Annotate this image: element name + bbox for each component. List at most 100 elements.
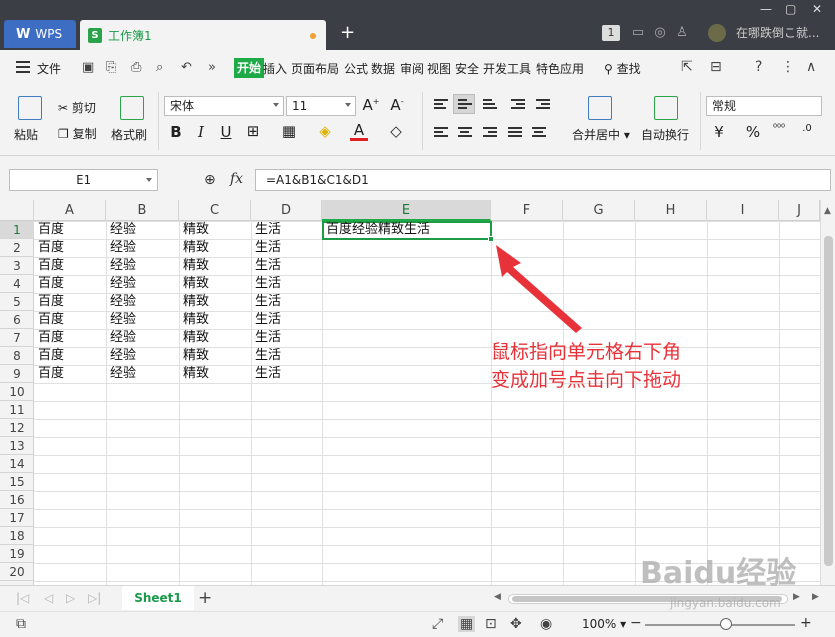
file-menu[interactable]: 文件: [37, 60, 61, 77]
user-name[interactable]: 在哪跌倒こ就...: [736, 24, 819, 41]
chevron-up-icon[interactable]: ∧: [806, 59, 816, 75]
align-bottom-icon[interactable]: [483, 99, 497, 110]
align-right-icon[interactable]: [483, 127, 497, 138]
zoom-in-button[interactable]: +: [800, 615, 812, 631]
menu-special[interactable]: 特色应用: [536, 60, 584, 77]
document-tab[interactable]: S 工作簿1: [80, 20, 326, 50]
macro-icon[interactable]: ⧉: [16, 616, 26, 632]
formula-input[interactable]: =A1&B1&C1&D1: [255, 169, 831, 191]
paste-icon[interactable]: [18, 96, 42, 120]
menu-page-layout[interactable]: 页面布局: [291, 60, 339, 77]
bold-button[interactable]: B: [167, 123, 185, 141]
print-icon[interactable]: ⎙: [131, 60, 141, 75]
scroll-right-icon[interactable]: ▶: [793, 592, 800, 602]
minimize-restore-icon[interactable]: ▭: [630, 25, 646, 41]
currency-icon[interactable]: ¥: [710, 123, 728, 141]
export-icon[interactable]: ⎘: [106, 60, 116, 75]
align-left-icon[interactable]: [434, 127, 448, 138]
zoom-out-button[interactable]: −: [630, 615, 642, 631]
save-icon[interactable]: ▣: [82, 60, 94, 75]
indent-increase-icon[interactable]: [536, 99, 550, 110]
scrollbar-thumb[interactable]: [824, 236, 833, 566]
scroll-left-icon[interactable]: ◀: [494, 592, 501, 602]
thousands-icon[interactable]: ⁰⁰⁰: [770, 123, 788, 134]
collapse-ribbon-icon[interactable]: ⊟: [710, 59, 722, 75]
formula-bar: E1 ⊕ fx =A1&B1&C1&D1: [0, 160, 835, 200]
number-format-select[interactable]: 常规: [706, 96, 822, 116]
page-break-icon[interactable]: ⊡: [485, 616, 497, 632]
menu-home[interactable]: 开始: [234, 58, 265, 78]
menu-developer[interactable]: 开发工具: [483, 60, 531, 77]
decrease-font-icon[interactable]: A-: [388, 96, 406, 114]
cloud-icon[interactable]: ◎: [652, 25, 668, 41]
percent-button[interactable]: %: [744, 123, 762, 141]
format-painter-button[interactable]: 格式刷: [111, 126, 147, 143]
wrap-text-icon[interactable]: [654, 96, 678, 120]
zoom-level[interactable]: 100% ▾: [582, 617, 626, 631]
window-count-badge[interactable]: 1: [602, 25, 620, 41]
sheet-tab-sheet1[interactable]: Sheet1: [122, 586, 194, 610]
skin-icon[interactable]: ♙: [674, 25, 690, 41]
menu-view[interactable]: 视图: [427, 60, 451, 77]
eye-protect-icon[interactable]: ◉: [540, 616, 552, 632]
more-options-icon[interactable]: ⋮: [781, 59, 795, 75]
merge-center-icon[interactable]: [588, 96, 612, 120]
scroll-up-icon[interactable]: ▲: [824, 206, 831, 216]
more-menu-icon[interactable]: »: [208, 60, 216, 75]
first-sheet-icon[interactable]: |◁: [16, 591, 29, 605]
copy-button[interactable]: ❐ 复制: [58, 125, 97, 142]
user-avatar[interactable]: [708, 24, 726, 42]
font-size-select[interactable]: 11: [286, 96, 356, 116]
minimize-button[interactable]: —: [760, 2, 772, 16]
scroll-end-icon[interactable]: ▶: [812, 592, 819, 602]
align-top-icon[interactable]: [434, 99, 448, 110]
insert-function-button[interactable]: fx: [230, 171, 243, 187]
menu-data[interactable]: 数据: [371, 60, 395, 77]
page-layout-icon[interactable]: ✥: [510, 616, 522, 632]
wrap-text-button[interactable]: 自动换行: [641, 126, 689, 143]
decimal-increase-icon[interactable]: .0: [798, 123, 816, 134]
indent-decrease-icon[interactable]: [511, 99, 525, 110]
name-box[interactable]: E1: [9, 169, 158, 191]
menu-security[interactable]: 安全: [455, 60, 479, 77]
menu-insert[interactable]: 插入: [263, 60, 287, 77]
format-painter-icon[interactable]: [120, 96, 144, 120]
add-sheet-button[interactable]: +: [198, 588, 212, 608]
search-button[interactable]: ⚲ 查找: [604, 60, 641, 77]
distribute-icon[interactable]: [532, 127, 546, 138]
merge-center-button[interactable]: 合并居中 ▾: [572, 126, 630, 143]
close-window-button[interactable]: ✕: [812, 2, 822, 16]
fill-color-icon[interactable]: ◈: [316, 122, 334, 140]
increase-font-icon[interactable]: A+: [362, 96, 380, 114]
clear-format-icon[interactable]: ◇: [387, 122, 405, 140]
italic-button[interactable]: I: [192, 123, 210, 141]
print-preview-icon[interactable]: ⌕: [156, 60, 163, 75]
paste-button[interactable]: 粘贴: [14, 126, 38, 143]
help-icon[interactable]: ?: [755, 59, 762, 75]
align-center-icon[interactable]: [458, 127, 472, 138]
share-icon[interactable]: ⇱: [681, 59, 693, 75]
next-sheet-icon[interactable]: ▷: [66, 591, 75, 605]
font-color-icon[interactable]: A: [350, 121, 368, 141]
menu-review[interactable]: 审阅: [400, 60, 424, 77]
ribbon-toolbar: 粘贴 ✂ 剪切 ❐ 复制 格式刷 宋体 11 A+ A- B I U ⊞ ▦ ◈…: [0, 86, 835, 156]
undo-icon[interactable]: ↶: [181, 60, 192, 75]
wps-home-tab[interactable]: W WPS: [4, 20, 76, 48]
zoom-search-icon[interactable]: ⊕: [204, 172, 216, 188]
zoom-slider-knob[interactable]: [720, 618, 732, 630]
menu-formula[interactable]: 公式: [344, 60, 368, 77]
font-name-select[interactable]: 宋体: [164, 96, 284, 116]
border-icon[interactable]: ⊞: [244, 122, 262, 140]
maximize-button[interactable]: ▢: [785, 2, 796, 16]
justify-icon[interactable]: [508, 127, 522, 138]
normal-view-icon[interactable]: ▦: [458, 616, 476, 632]
vertical-scrollbar[interactable]: ▲: [820, 200, 835, 585]
cut-button[interactable]: ✂ 剪切: [58, 99, 96, 116]
last-sheet-icon[interactable]: ▷|: [88, 591, 101, 605]
prev-sheet-icon[interactable]: ◁: [44, 591, 53, 605]
hamburger-icon[interactable]: [16, 61, 30, 73]
new-tab-button[interactable]: +: [340, 22, 355, 43]
underline-button[interactable]: U: [217, 123, 235, 141]
fullscreen-icon[interactable]: ⤢: [432, 616, 443, 632]
fill-style-icon[interactable]: ▦: [280, 122, 298, 140]
